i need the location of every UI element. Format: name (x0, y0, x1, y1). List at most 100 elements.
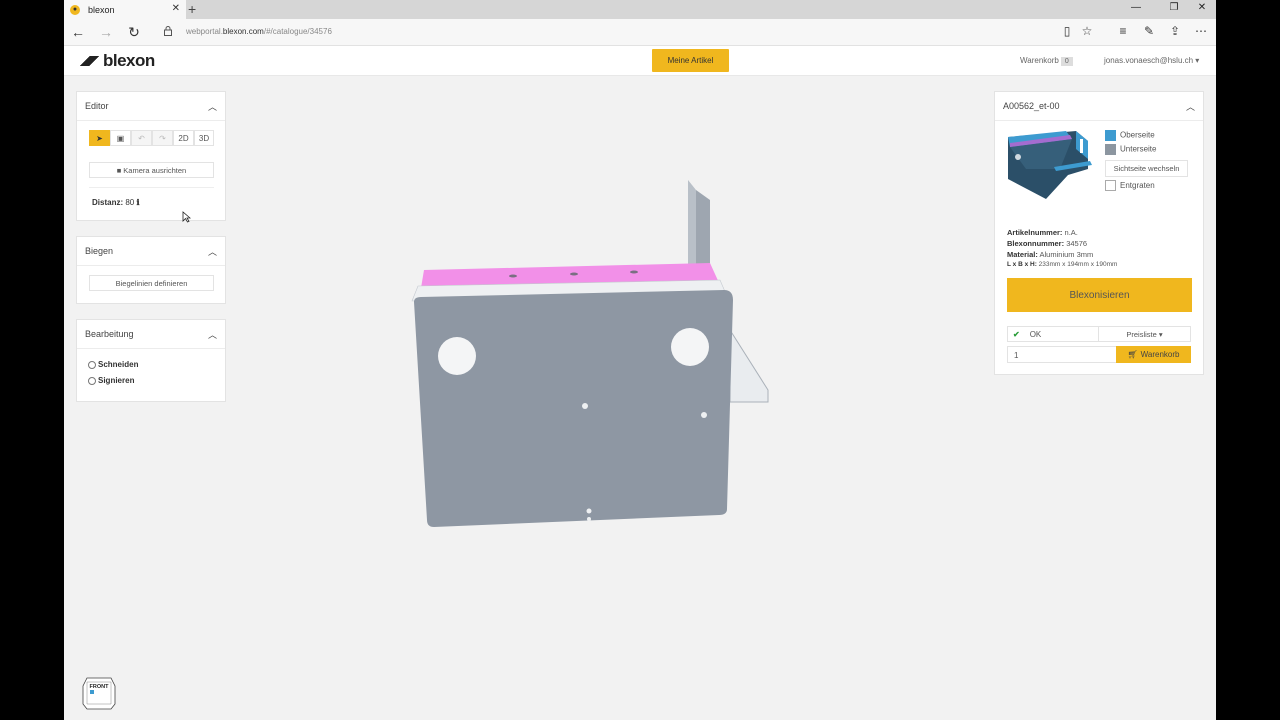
refresh-icon[interactable]: ↻ (124, 24, 144, 41)
mode-3d-button[interactable]: 3D (194, 130, 214, 146)
blexon-logo[interactable]: blexon (80, 51, 155, 71)
chevron-up-icon[interactable]: ︿ (208, 100, 217, 113)
model-front-face (414, 290, 733, 527)
bottom-side-swatch (1105, 144, 1116, 155)
bearbeitung-panel: Bearbeitung ︿ Schneiden Signieren (76, 319, 226, 402)
pricelist-dropdown[interactable]: Preisliste ▾ (1098, 326, 1191, 342)
undo-button[interactable]: ↶ (131, 130, 152, 146)
model-small-hole (587, 517, 591, 521)
part-title: A00562_et-00 (1003, 101, 1060, 111)
app-header: blexon Meine Artikel Warenkorb 0 jonas.vo… (64, 46, 1216, 76)
url-field[interactable]: webportal.blexon.com/#/catalogue/34576 (186, 27, 332, 36)
view-cube-marker (90, 690, 94, 694)
radio-cut[interactable]: Schneiden (88, 360, 138, 369)
model-small-hole (586, 508, 592, 514)
cart-count-badge: 0 (1060, 57, 1073, 66)
hub-icon[interactable]: ≡ (1114, 24, 1132, 38)
model-flange-edge (688, 180, 696, 265)
info-icon[interactable]: ℹ (137, 198, 140, 207)
biegen-panel-header[interactable]: Biegen ︿ (77, 237, 225, 266)
model-hole (570, 272, 578, 276)
bearbeitung-title: Bearbeitung (85, 329, 134, 339)
maximize-icon[interactable]: ❐ (1164, 2, 1184, 13)
chevron-up-icon[interactable]: ︿ (208, 328, 217, 341)
article-number: Artikelnummer: n.A. (1007, 228, 1078, 237)
redo-icon: ↷ (159, 133, 166, 143)
share-icon[interactable]: ⇪ (1166, 24, 1184, 38)
biegen-title: Biegen (85, 246, 114, 256)
model-side-flange (729, 328, 769, 403)
save-icon: ▣ (116, 133, 125, 143)
quantity-input[interactable]: 1 (1007, 346, 1117, 363)
redo-button[interactable]: ↷ (152, 130, 173, 146)
deburr-checkbox[interactable]: Entgraten (1105, 180, 1155, 191)
mouse-cursor-icon (182, 211, 191, 223)
dimensions: L x B x H: 233mm x 194mm x 190mm (1007, 261, 1118, 268)
divider (89, 187, 214, 188)
model-flange (696, 190, 710, 270)
browser-tab[interactable]: ● blexon ✕ (64, 0, 186, 19)
3d-model-viewport[interactable] (400, 170, 780, 540)
more-icon[interactable]: ⋯ (1192, 24, 1210, 38)
editor-panel-header[interactable]: Editor ︿ (77, 92, 225, 121)
switch-side-button[interactable]: Sichtseite wechseln (1105, 160, 1188, 177)
close-window-icon[interactable]: ✕ (1192, 2, 1212, 13)
radio-circle-icon (88, 376, 96, 385)
select-tool-button[interactable]: ➤ (89, 130, 110, 146)
radio-circle-icon (88, 360, 96, 369)
chevron-up-icon[interactable]: ︿ (1186, 100, 1195, 113)
blexonize-button[interactable]: Blexonisieren (1007, 278, 1192, 312)
lock-icon (164, 26, 172, 36)
view-cube-label: FRONT (90, 684, 110, 690)
web-note-icon[interactable]: ✎ (1140, 24, 1158, 38)
biegen-panel: Biegen ︿ Biegelinien definieren (76, 236, 226, 304)
logo-mark-icon (80, 56, 102, 66)
part-info-panel: A00562_et-00 ︿ Oberseite Unterseite Sich… (994, 91, 1204, 375)
editor-panel: Editor ︿ ➤ ▣ ↶ ↷ 2D 3D ■ Kamera ausrichte… (76, 91, 226, 221)
radio-sign[interactable]: Signieren (88, 376, 134, 385)
model-small-hole (701, 412, 707, 418)
top-side-legend: Oberseite (1105, 130, 1155, 141)
forward-icon[interactable]: → (96, 24, 116, 40)
define-bend-lines-button[interactable]: Biegelinien definieren (89, 275, 214, 291)
address-bar: ← → ↻ webportal.blexon.com/#/catalogue/3… (64, 19, 1216, 46)
browser-window: ● blexon ✕ + — ❐ ✕ ← → ↻ webportal.blexo… (64, 0, 1216, 720)
top-side-swatch (1105, 130, 1116, 141)
tab-close-icon[interactable]: ✕ (172, 3, 180, 14)
cart-icon: 🛒︎ (1127, 350, 1138, 359)
add-to-cart-button[interactable]: 🛒︎ Warenkorb (1116, 346, 1191, 363)
save-button[interactable]: ▣ (110, 130, 131, 146)
chevron-up-icon[interactable]: ︿ (208, 245, 217, 258)
cart-link[interactable]: Warenkorb 0 (1020, 56, 1073, 66)
bottom-side-legend: Unterseite (1105, 144, 1156, 155)
editor-title: Editor (85, 101, 109, 111)
distance-readout: Distanz: 80 ℹ (92, 198, 140, 207)
favorite-star-icon[interactable]: ☆ (1078, 24, 1096, 38)
part-panel-header[interactable]: A00562_et-00 ︿ (995, 92, 1203, 121)
check-icon: ✔ (1013, 329, 1020, 339)
minimize-icon[interactable]: — (1126, 2, 1146, 13)
model-large-hole (438, 337, 476, 375)
model-large-hole (671, 328, 709, 366)
checkbox-icon (1105, 180, 1116, 191)
new-tab-icon[interactable]: + (188, 1, 196, 17)
undo-icon: ↶ (138, 133, 145, 143)
model-hole (630, 270, 638, 274)
blexon-favicon-icon: ● (70, 4, 80, 15)
model-small-hole (582, 403, 588, 409)
user-menu[interactable]: jonas.vonaesch@hslu.ch ▾ (1104, 56, 1199, 65)
bearbeitung-panel-header[interactable]: Bearbeitung ︿ (77, 320, 225, 349)
camera-icon: ■ (116, 165, 122, 175)
view-cube[interactable]: FRONT (82, 674, 116, 710)
my-articles-button[interactable]: Meine Artikel (652, 49, 729, 72)
model-hole (509, 274, 517, 278)
blexon-number: Blexonnummer: 34576 (1007, 239, 1088, 248)
reading-view-icon[interactable]: ▯ (1058, 24, 1076, 38)
material: Material: Aluminium 3mm (1007, 250, 1094, 259)
mode-2d-button[interactable]: 2D (173, 130, 194, 146)
part-thumbnail (1008, 131, 1092, 199)
camera-align-button[interactable]: ■ Kamera ausrichten (89, 162, 214, 178)
back-icon[interactable]: ← (68, 24, 88, 40)
status-field: ✔ OK (1007, 326, 1099, 342)
pointer-icon: ➤ (96, 133, 103, 143)
